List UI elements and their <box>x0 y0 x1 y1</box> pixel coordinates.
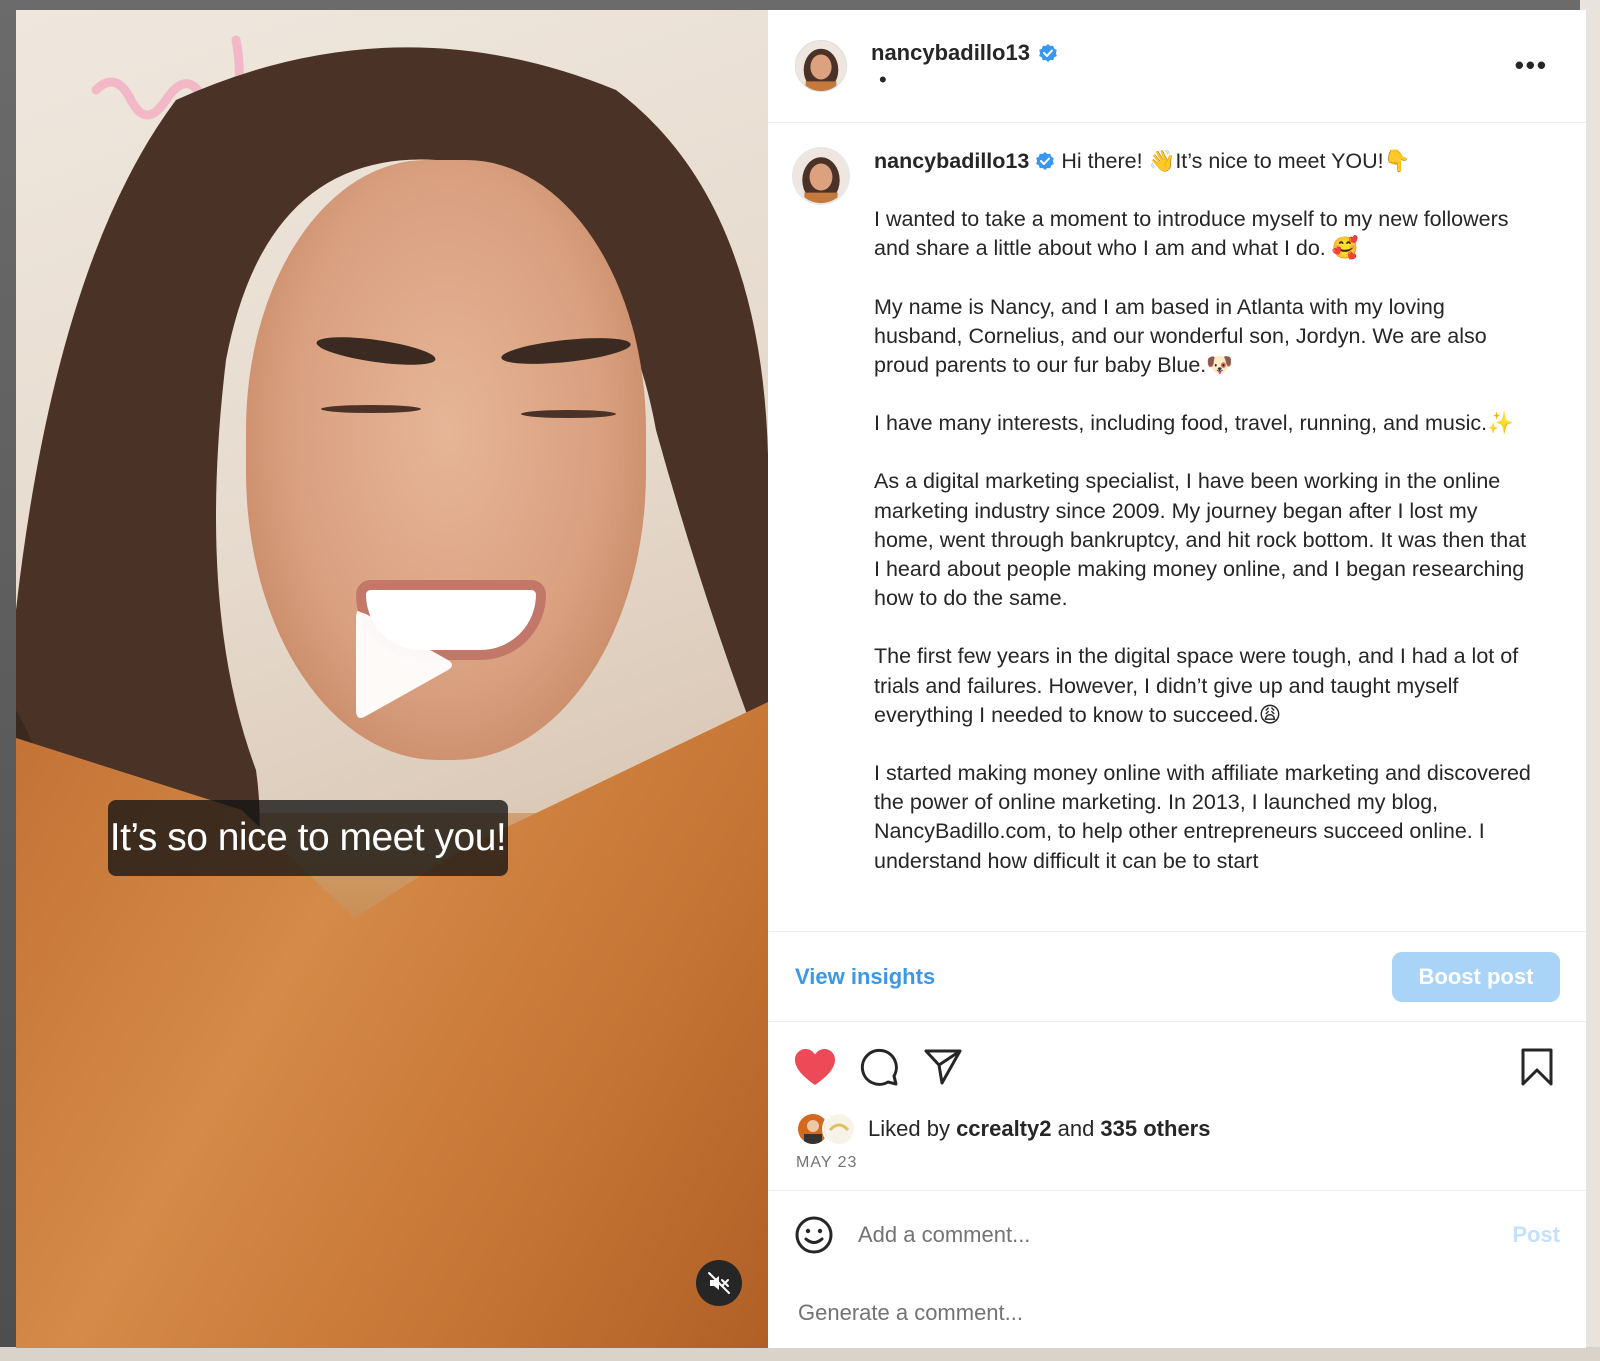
caption-paragraph: I have many interests, including food, t… <box>874 411 1514 436</box>
caption-author-avatar[interactable] <box>792 147 850 205</box>
header-user-info: nancybadillo13 • <box>871 40 1058 94</box>
boost-post-button[interactable]: Boost post <box>1392 951 1560 1002</box>
play-icon[interactable] <box>338 600 458 730</box>
comment-bar: Post <box>768 1190 1586 1278</box>
video-media[interactable]: It’s so nice to meet you! <box>16 10 768 1348</box>
avatar-portrait <box>796 41 846 91</box>
comment-button[interactable] <box>858 1046 900 1088</box>
emoji-smiley-icon[interactable] <box>794 1215 834 1255</box>
author-avatar[interactable] <box>795 40 847 92</box>
liker-avatar <box>822 1112 856 1146</box>
verified-badge-icon <box>1039 44 1057 62</box>
caption-intro: nancybadillo13 Hi there! 👋It’s nice to m… <box>874 147 1534 176</box>
caption-paragraph: The first few years in the digital space… <box>874 644 1519 727</box>
liker-avatars <box>796 1112 856 1146</box>
liked-by-joiner: and <box>1051 1116 1101 1141</box>
caption-row: nancybadillo13 Hi there! 👋It’s nice to m… <box>792 147 1566 905</box>
post-comment-button[interactable]: Post <box>1512 1222 1560 1248</box>
view-insights-link[interactable]: View insights <box>795 964 935 990</box>
comment-input[interactable] <box>856 1220 1513 1249</box>
caption-intro-text: Hi there! 👋It’s nice to meet YOU!👇 <box>1055 149 1411 173</box>
like-button[interactable] <box>794 1046 836 1088</box>
verified-badge-icon <box>1036 152 1055 170</box>
bookmark-icon <box>1521 1048 1553 1086</box>
more-options-icon[interactable]: ••• <box>1515 50 1548 81</box>
caption-text: nancybadillo13 Hi there! 👋It’s nice to m… <box>874 147 1534 905</box>
comment-bubble-icon <box>860 1048 898 1086</box>
backdrop-bottom-strip <box>0 1347 1600 1361</box>
header-subtitle: • <box>879 67 887 92</box>
share-button[interactable] <box>922 1046 964 1088</box>
caption-paragraph: My name is Nancy, and I am based in Atla… <box>874 294 1487 378</box>
post-date[interactable]: MAY 23 <box>796 1154 1560 1172</box>
action-bar <box>768 1022 1586 1112</box>
post-header: nancybadillo13 • ••• <box>768 10 1586 123</box>
mute-button[interactable] <box>696 1260 742 1306</box>
liked-by-row[interactable]: Liked by ccrealty2 and 335 others <box>796 1112 1560 1146</box>
generate-comment-button[interactable]: Generate a comment... <box>768 1278 1586 1348</box>
paper-plane-icon <box>924 1049 962 1085</box>
left-eye <box>321 405 421 413</box>
right-eye <box>521 410 616 418</box>
post-details-panel: nancybadillo13 • ••• nancybadillo13 Hi t… <box>768 10 1586 1348</box>
caption-scroll-area[interactable]: nancybadillo13 Hi there! 👋It’s nice to m… <box>768 123 1586 931</box>
video-caption-overlay: It’s so nice to meet you! <box>108 800 508 876</box>
avatar-portrait <box>794 149 848 203</box>
caption-paragraph: I wanted to take a moment to introduce m… <box>874 207 1509 261</box>
liked-by-prefix: Liked by <box>868 1116 957 1141</box>
caption-username[interactable]: nancybadillo13 <box>874 149 1029 173</box>
save-button[interactable] <box>1516 1046 1558 1088</box>
insights-bar: View insights Boost post <box>768 931 1586 1022</box>
others-count-link[interactable]: 335 others <box>1100 1116 1210 1142</box>
likes-section: Liked by ccrealty2 and 335 others MAY 23 <box>768 1112 1586 1190</box>
header-username-text[interactable]: nancybadillo13 <box>871 40 1030 66</box>
first-liker-username[interactable]: ccrealty2 <box>956 1116 1051 1142</box>
muted-speaker-icon <box>708 1272 730 1294</box>
post-modal: It’s so nice to meet you! nancybadillo13… <box>16 10 1586 1348</box>
caption-paragraph: I started making money online with affil… <box>874 761 1531 873</box>
header-username[interactable]: nancybadillo13 <box>871 40 1058 66</box>
heart-filled-icon <box>795 1049 835 1085</box>
caption-paragraph: As a digital marketing specialist, I hav… <box>874 469 1527 611</box>
